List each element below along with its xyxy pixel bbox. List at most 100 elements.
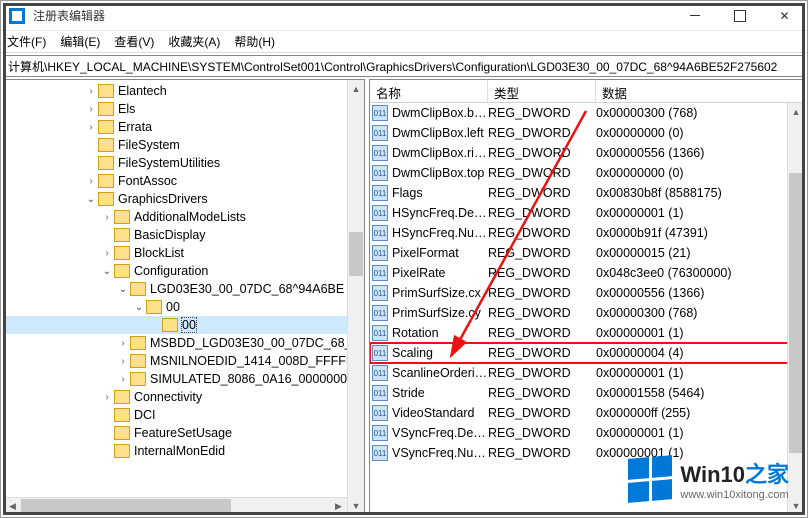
menu-view[interactable]: 查看(V) — [114, 33, 154, 50]
dword-icon: 011 — [372, 405, 388, 421]
value-type: REG_DWORD — [488, 426, 596, 440]
tree-item[interactable]: ›MSNILNOEDID_1414_008D_FFFFF — [4, 352, 364, 370]
tree-item[interactable]: InternalMonEdid — [4, 442, 364, 460]
tree-item[interactable]: ⌄Configuration — [4, 262, 364, 280]
value-row[interactable]: 011RotationREG_DWORD0x00000001 (1) — [370, 323, 804, 343]
value-row[interactable]: 011DwmClipBox.ri…REG_DWORD0x00000556 (13… — [370, 143, 804, 163]
list-vscrollbar[interactable]: ▲ ▼ — [787, 103, 804, 514]
menu-help[interactable]: 帮助(H) — [234, 33, 275, 50]
tree-item[interactable]: ›SIMULATED_8086_0A16_0000000 — [4, 370, 364, 388]
tree-item[interactable]: ›FontAssoc — [4, 172, 364, 190]
tree-item[interactable]: DCI — [4, 406, 364, 424]
chevron-right-icon[interactable]: › — [116, 374, 130, 385]
scroll-thumb[interactable] — [349, 232, 363, 276]
tree-item[interactable]: BasicDisplay — [4, 226, 364, 244]
folder-icon — [98, 120, 114, 134]
scroll-right-icon[interactable]: ▶ — [330, 498, 347, 514]
chevron-right-icon[interactable]: › — [84, 122, 98, 133]
value-data: 0x00000004 (4) — [596, 346, 804, 360]
value-name: DwmClipBox.b… — [392, 106, 488, 120]
value-row[interactable]: 011PixelFormatREG_DWORD0x00000015 (21) — [370, 243, 804, 263]
value-data: 0x00000556 (1366) — [596, 286, 804, 300]
menu-edit[interactable]: 编辑(E) — [60, 33, 100, 50]
value-row[interactable]: 011HSyncFreq.Nu…REG_DWORD0x0000b91f (473… — [370, 223, 804, 243]
value-row[interactable]: 011StrideREG_DWORD0x00001558 (5464) — [370, 383, 804, 403]
chevron-down-icon[interactable]: ⌄ — [132, 302, 146, 313]
tree-item[interactable]: ⌄00 — [4, 298, 364, 316]
chevron-right-icon[interactable]: › — [116, 338, 130, 349]
chevron-right-icon[interactable]: › — [84, 86, 98, 97]
close-button[interactable] — [762, 1, 807, 30]
value-row[interactable]: 011PixelRateREG_DWORD0x048c3ee0 (7630000… — [370, 263, 804, 283]
folder-icon — [98, 174, 114, 188]
minimize-button[interactable] — [672, 1, 717, 30]
value-row[interactable]: 011VideoStandardREG_DWORD0x000000ff (255… — [370, 403, 804, 423]
scroll-up-icon[interactable]: ▲ — [788, 103, 804, 120]
folder-icon — [98, 156, 114, 170]
value-list[interactable]: 011DwmClipBox.b…REG_DWORD0x00000300 (768… — [370, 103, 804, 463]
tree-item[interactable]: ›Errata — [4, 118, 364, 136]
menu-file[interactable]: 文件(F) — [7, 33, 46, 50]
chevron-right-icon[interactable]: › — [100, 212, 114, 223]
scroll-up-icon[interactable]: ▲ — [348, 80, 364, 97]
value-name: VSyncFreq.Den… — [392, 426, 488, 440]
chevron-right-icon[interactable]: › — [84, 176, 98, 187]
scroll-thumb[interactable] — [21, 499, 231, 513]
scroll-down-icon[interactable]: ▼ — [348, 497, 364, 514]
col-header-data[interactable]: 数据 — [596, 80, 804, 102]
tree-item[interactable]: FeatureSetUsage — [4, 424, 364, 442]
chevron-right-icon[interactable]: › — [116, 356, 130, 367]
tree-item[interactable]: FileSystemUtilities — [4, 154, 364, 172]
value-row[interactable]: 011PrimSurfSize.cyREG_DWORD0x00000300 (7… — [370, 303, 804, 323]
value-row[interactable]: 011ScalingREG_DWORD0x00000004 (4) — [370, 343, 804, 363]
value-row[interactable]: 011VSyncFreq.Den…REG_DWORD0x00000001 (1) — [370, 423, 804, 443]
dword-icon: 011 — [372, 445, 388, 461]
value-name: Flags — [392, 186, 488, 200]
value-row[interactable]: 011DwmClipBox.topREG_DWORD0x00000000 (0) — [370, 163, 804, 183]
tree-item[interactable]: ⌄LGD03E30_00_07DC_68^94A6BE — [4, 280, 364, 298]
col-header-type[interactable]: 类型 — [488, 80, 596, 102]
value-row[interactable]: 011DwmClipBox.leftREG_DWORD0x00000000 (0… — [370, 123, 804, 143]
chevron-down-icon[interactable]: ⌄ — [84, 194, 98, 205]
scroll-down-icon[interactable]: ▼ — [788, 497, 804, 514]
tree-item[interactable]: ›Elantech — [4, 82, 364, 100]
tree-item[interactable]: 00 — [4, 316, 364, 334]
value-type: REG_DWORD — [488, 326, 596, 340]
dword-icon: 011 — [372, 305, 388, 321]
tree-item[interactable]: ›AdditionalModeLists — [4, 208, 364, 226]
chevron-right-icon[interactable]: › — [100, 248, 114, 259]
value-name: HSyncFreq.Nu… — [392, 226, 488, 240]
chevron-down-icon[interactable]: ⌄ — [116, 284, 130, 295]
tree-item[interactable]: ›BlockList — [4, 244, 364, 262]
value-row[interactable]: 011HSyncFreq.Den…REG_DWORD0x00000001 (1) — [370, 203, 804, 223]
tree-item[interactable]: FileSystem — [4, 136, 364, 154]
menu-favorites[interactable]: 收藏夹(A) — [168, 33, 220, 50]
folder-icon — [98, 192, 114, 206]
registry-tree[interactable]: ›Elantech›Els›ErrataFileSystemFileSystem… — [4, 80, 364, 514]
chevron-down-icon[interactable]: ⌄ — [100, 266, 114, 277]
value-row[interactable]: 011FlagsREG_DWORD0x00830b8f (8588175) — [370, 183, 804, 203]
tree-item[interactable]: ⌄GraphicsDrivers — [4, 190, 364, 208]
value-data: 0x00000001 (1) — [596, 206, 804, 220]
tree-item[interactable]: ›Els — [4, 100, 364, 118]
value-type: REG_DWORD — [488, 226, 596, 240]
chevron-right-icon[interactable]: › — [84, 104, 98, 115]
tree-hscrollbar[interactable]: ◀ ▶ — [4, 497, 347, 514]
tree-item-label: InternalMonEdid — [134, 444, 225, 458]
tree-vscrollbar[interactable]: ▲ ▼ — [347, 80, 364, 514]
tree-item[interactable]: ›Connectivity — [4, 388, 364, 406]
scroll-left-icon[interactable]: ◀ — [4, 498, 21, 514]
value-row[interactable]: 011ScanlineOrderi…REG_DWORD0x00000001 (1… — [370, 363, 804, 383]
value-data: 0x00000000 (0) — [596, 126, 804, 140]
value-row[interactable]: 011DwmClipBox.b…REG_DWORD0x00000300 (768… — [370, 103, 804, 123]
value-type: REG_DWORD — [488, 266, 596, 280]
chevron-right-icon[interactable]: › — [100, 392, 114, 403]
col-header-name[interactable]: 名称 — [370, 80, 488, 102]
value-data: 0x000000ff (255) — [596, 406, 804, 420]
maximize-button[interactable] — [717, 1, 762, 30]
value-row[interactable]: 011PrimSurfSize.cxREG_DWORD0x00000556 (1… — [370, 283, 804, 303]
address-bar[interactable]: 计算机\HKEY_LOCAL_MACHINE\SYSTEM\ControlSet… — [3, 55, 805, 77]
scroll-thumb[interactable] — [789, 173, 803, 453]
folder-icon — [130, 336, 146, 350]
tree-item[interactable]: ›MSBDD_LGD03E30_00_07DC_68_ — [4, 334, 364, 352]
